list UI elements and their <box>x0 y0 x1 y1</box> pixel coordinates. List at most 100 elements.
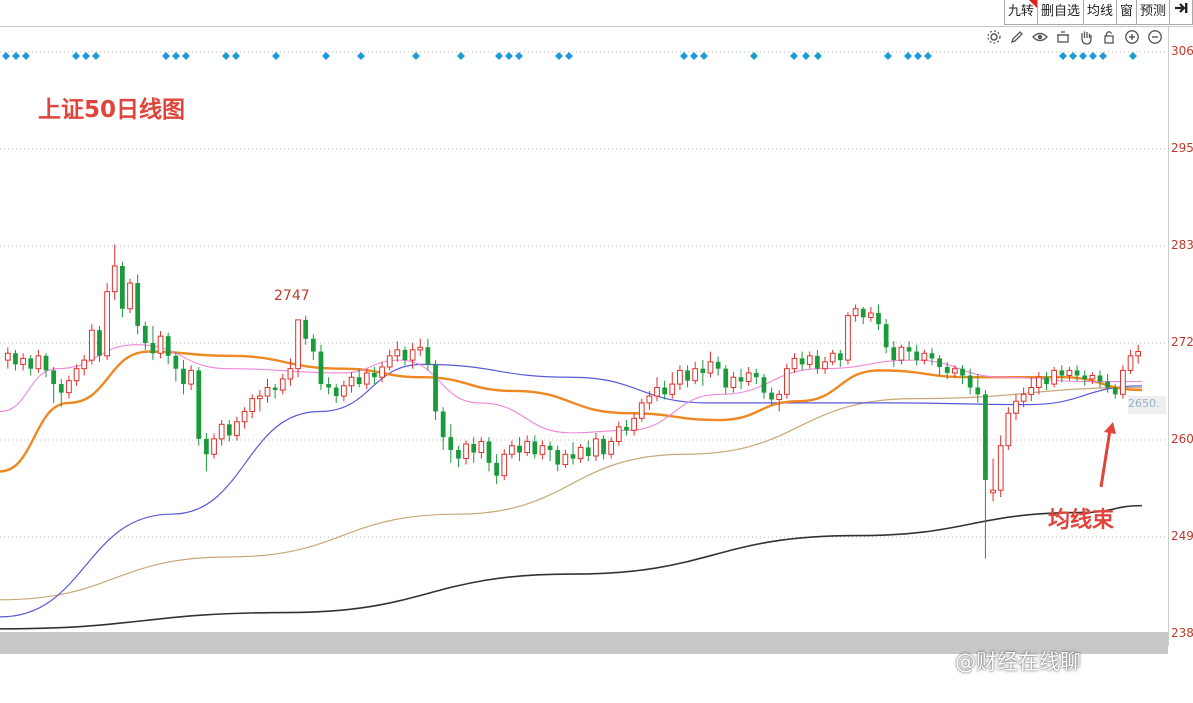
candle-body <box>1089 375 1096 380</box>
candle-body <box>135 283 141 326</box>
annotation-label: 均线束 <box>1048 508 1115 533</box>
candle-body <box>997 445 1004 491</box>
candle-body <box>295 319 301 370</box>
candle-body <box>577 446 584 460</box>
signal-marker <box>457 52 465 60</box>
candle-body <box>1059 370 1065 376</box>
candle-body <box>730 376 737 389</box>
gridlines <box>0 51 1168 635</box>
candle-body <box>157 335 164 354</box>
candle-body <box>1074 370 1080 376</box>
candle-body <box>806 355 813 365</box>
candle-body <box>1028 387 1035 395</box>
signal-marker <box>914 52 922 60</box>
candle-body <box>952 368 958 374</box>
candle-body <box>127 282 133 310</box>
candle-body <box>234 421 240 436</box>
candle-body <box>562 453 569 466</box>
signal-marker <box>1099 52 1107 60</box>
candle-body <box>341 385 347 397</box>
candle-body <box>386 355 393 368</box>
candle-body <box>20 357 26 365</box>
candle-body <box>471 443 477 453</box>
candle-body <box>791 357 798 370</box>
candle-body <box>615 426 622 442</box>
signal-marker <box>1079 52 1087 60</box>
candle-body <box>883 324 889 348</box>
candle-body <box>898 346 905 361</box>
price-tag-value: 2650. <box>1128 397 1160 410</box>
y-axis-line <box>1168 26 1169 646</box>
candle-body <box>58 384 64 393</box>
candle-body <box>975 387 981 395</box>
candle-body <box>845 315 851 361</box>
candle-body <box>860 308 866 318</box>
candle-body <box>310 338 316 352</box>
candle-body <box>326 384 331 388</box>
candle-body <box>150 343 156 354</box>
candle-body <box>921 352 928 361</box>
signal-marker <box>690 52 698 60</box>
candle-body <box>707 361 714 374</box>
candle-body <box>1120 369 1126 395</box>
candle-body <box>983 394 988 480</box>
candle-body <box>111 265 118 293</box>
signal-marker <box>790 52 798 60</box>
signal-marker <box>12 52 20 60</box>
candle-body <box>204 438 209 455</box>
candle-body <box>646 395 653 404</box>
candle-body <box>967 375 973 388</box>
candle-body <box>249 398 256 412</box>
y-tick-label: 238 <box>1171 626 1193 640</box>
candle-body <box>1127 355 1134 371</box>
candle-body <box>173 355 179 369</box>
signal-marker <box>565 52 573 60</box>
candle-body <box>715 361 721 369</box>
candle-body <box>1135 351 1142 357</box>
candle-body <box>356 377 362 385</box>
candle-body <box>348 376 355 387</box>
candle-body <box>783 368 790 395</box>
candle-body <box>43 355 49 371</box>
candle-body <box>486 441 492 463</box>
y-tick-label: 272 <box>1171 335 1193 349</box>
candle-body <box>51 370 57 385</box>
candle-body <box>272 387 278 391</box>
candle-body <box>104 291 110 357</box>
signal-marker <box>924 52 932 60</box>
candle-body <box>81 359 88 370</box>
candle-body <box>226 424 232 436</box>
candle-body <box>1005 412 1012 447</box>
candle-body <box>815 355 820 369</box>
price-tag: 2650. <box>1128 396 1166 414</box>
signal-marker <box>884 52 892 60</box>
candle-body <box>448 437 454 450</box>
candle-body <box>654 387 660 397</box>
y-tick-label: 283 <box>1171 238 1193 252</box>
candle-body <box>624 426 629 431</box>
signal-marker <box>92 52 100 60</box>
candle-body <box>256 395 263 400</box>
candle-body <box>28 358 34 369</box>
signal-marker <box>904 52 912 60</box>
signal-marker <box>1089 52 1097 60</box>
candle-body <box>333 387 339 397</box>
candle-body <box>906 347 912 352</box>
signal-marker <box>82 52 90 60</box>
candle-body <box>13 353 18 365</box>
candle-body <box>417 346 424 351</box>
candle-body <box>852 308 859 317</box>
candle-body <box>1044 377 1049 385</box>
candle-body <box>440 411 446 438</box>
candle-body <box>394 349 401 357</box>
candle-body <box>1013 400 1019 414</box>
candle-body <box>409 349 416 361</box>
moving-average-line <box>0 386 1143 601</box>
candle-body <box>539 445 546 455</box>
candle-body <box>4 352 11 361</box>
candle-body <box>937 358 942 367</box>
signal-marker <box>232 52 240 60</box>
signal-marker <box>495 52 503 60</box>
candle-body <box>677 369 683 385</box>
candle-body <box>700 368 706 373</box>
